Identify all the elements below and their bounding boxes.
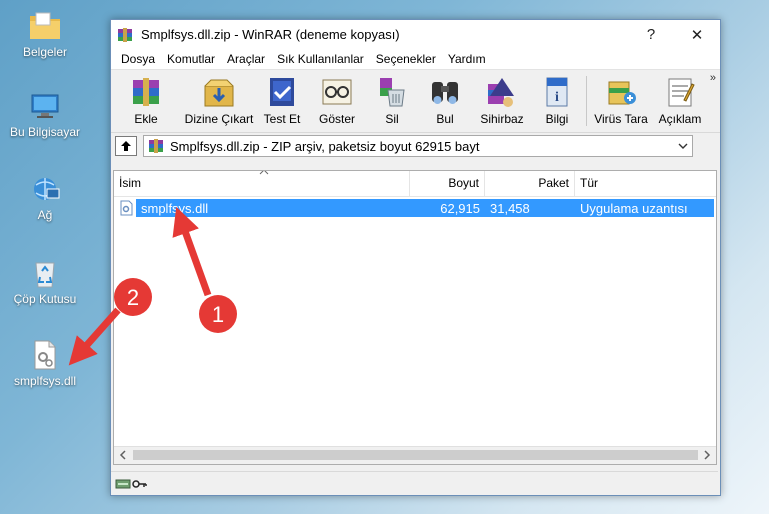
horizontal-scrollbar[interactable]	[114, 446, 716, 464]
comment-button[interactable]: Açıklam	[652, 70, 708, 132]
desktop-icon-this-pc[interactable]: Bu Bilgisayar	[0, 92, 90, 139]
test-button[interactable]: Test Et	[257, 70, 307, 132]
view-icon	[322, 79, 352, 105]
zip-archive-icon	[149, 139, 163, 153]
view-button-label: Göster	[318, 112, 355, 126]
winrar-app-icon	[118, 27, 132, 42]
desktop-icon-label: Ağ	[37, 208, 53, 222]
find-icon	[432, 82, 458, 104]
up-folder-button[interactable]	[115, 136, 137, 156]
sort-ascending-icon	[259, 171, 269, 175]
desktop-icon-dll-file[interactable]: smplfsys.dll	[0, 339, 90, 388]
find-button-label: Bul	[436, 112, 454, 126]
help-button[interactable]: ?	[628, 20, 674, 49]
window-title: Smplfsys.dll.zip - WinRAR (deneme kopyas…	[141, 27, 400, 42]
drive-key-icon[interactable]	[115, 477, 147, 491]
network-icon	[34, 178, 60, 200]
desktop-icon-documents[interactable]: Belgeler	[0, 10, 90, 59]
chevron-down-icon[interactable]	[677, 138, 689, 154]
address-path: Smplfsys.dll.zip - ZIP arşiv, paketsiz b…	[170, 138, 480, 154]
virus-scan-button-label: Virüs Tara	[594, 112, 648, 126]
table-row[interactable]: smplfsys.dll 62,915 31,458 Uygulama uzan…	[114, 199, 716, 217]
delete-icon	[380, 78, 405, 107]
extract-icon	[204, 79, 234, 107]
scroll-right-icon[interactable]	[702, 448, 712, 462]
virus-scan-button[interactable]: Virüs Tara	[590, 70, 652, 132]
info-button-label: Bilgi	[545, 112, 569, 126]
desktop-icon-label: Bu Bilgisayar	[9, 125, 81, 139]
address-combobox[interactable]: Smplfsys.dll.zip - ZIP arşiv, paketsiz b…	[143, 135, 693, 157]
test-icon	[270, 78, 294, 106]
folder-icon	[30, 12, 60, 39]
file-name-cell: smplfsys.dll	[141, 200, 209, 216]
column-header-packed[interactable]: Paket	[485, 171, 575, 196]
wizard-button-label: Sihirbaz	[480, 112, 524, 126]
toolbar-more-chevron[interactable]: »	[710, 72, 716, 84]
file-type-cell: Uygulama uzantısı	[580, 200, 688, 216]
column-header-size[interactable]: Boyut	[410, 171, 485, 196]
dll-file-icon	[120, 200, 133, 216]
menu-commands[interactable]: Komutlar	[161, 52, 221, 66]
address-row: Smplfsys.dll.zip - ZIP arşiv, paketsiz b…	[111, 132, 720, 159]
recycle-bin-icon	[35, 262, 55, 288]
delete-button-label: Sil	[385, 112, 399, 126]
column-header-type[interactable]: Tür	[575, 171, 716, 196]
comment-button-label: Açıklam	[658, 112, 702, 126]
wizard-icon	[488, 78, 514, 107]
status-bar	[111, 471, 718, 495]
scroll-left-icon[interactable]	[118, 448, 128, 462]
winrar-window: Smplfsys.dll.zip - WinRAR (deneme kopyas…	[110, 19, 721, 496]
info-button[interactable]: i Bilgi	[531, 70, 583, 132]
wizard-button[interactable]: Sihirbaz	[473, 70, 531, 132]
file-size-cell: 62,915	[440, 200, 480, 216]
menu-bar: Dosya Komutlar Araçlar Sık Kullanılanlar…	[111, 49, 720, 69]
comment-icon	[668, 78, 695, 107]
add-archive-icon	[133, 78, 159, 106]
scrollbar-thumb[interactable]	[133, 450, 698, 460]
menu-favorites[interactable]: Sık Kullanılanlar	[271, 52, 370, 66]
test-button-label: Test Et	[263, 112, 301, 126]
menu-tools[interactable]: Araçlar	[221, 52, 271, 66]
dll-file-icon	[34, 340, 56, 370]
desktop-icon-network[interactable]: Ağ	[0, 173, 90, 222]
title-bar[interactable]: Smplfsys.dll.zip - WinRAR (deneme kopyas…	[111, 20, 720, 49]
info-icon: i	[546, 77, 568, 107]
file-list-header: İsim Boyut Paket Tür	[114, 171, 716, 197]
toolbar-separator	[586, 76, 587, 126]
up-arrow-icon	[121, 141, 131, 151]
file-list[interactable]: İsim Boyut Paket Tür smplfsys.dll 62,915…	[113, 170, 717, 465]
toolbar: Ekle Dizine Çıkart Test Et Göster Sil Bu…	[111, 69, 720, 132]
menu-help[interactable]: Yardım	[442, 52, 492, 66]
extract-button[interactable]: Dizine Çıkart	[181, 70, 257, 132]
desktop-icon-label: Belgeler	[22, 45, 68, 59]
computer-icon	[31, 94, 59, 118]
add-button-label: Ekle	[134, 112, 158, 126]
virus-scan-icon	[608, 81, 636, 105]
file-packed-cell: 31,458	[490, 200, 530, 216]
desktop-icon-label: smplfsys.dll	[13, 374, 76, 388]
extract-button-label: Dizine Çıkart	[184, 112, 254, 126]
desktop-icon-recycle-bin[interactable]: Çöp Kutusu	[0, 257, 90, 306]
view-button[interactable]: Göster	[307, 70, 367, 132]
delete-button[interactable]: Sil	[367, 70, 417, 132]
svg-text:i: i	[555, 90, 559, 105]
close-button[interactable]: ✕	[674, 20, 720, 49]
desktop-icon-label: Çöp Kutusu	[13, 292, 77, 306]
menu-file[interactable]: Dosya	[115, 52, 161, 66]
menu-options[interactable]: Seçenekler	[370, 52, 442, 66]
find-button[interactable]: Bul	[417, 70, 473, 132]
add-button[interactable]: Ekle	[111, 70, 181, 132]
